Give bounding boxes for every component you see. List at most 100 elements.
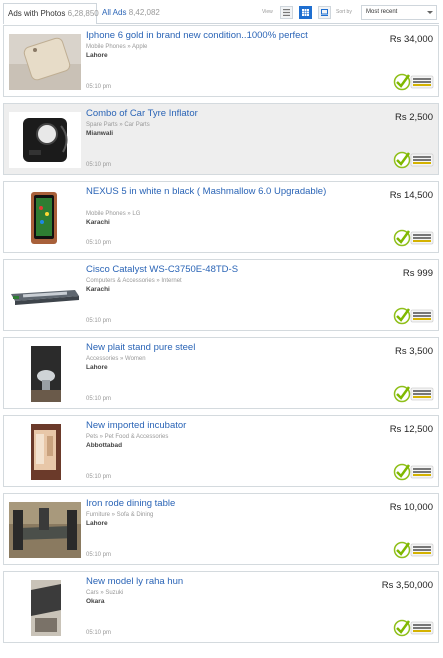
ad-title[interactable]: Combo of Car Tyre Inflator (86, 108, 356, 119)
ad-category[interactable]: Accessories » Women (86, 356, 146, 362)
ad-item[interactable]: Cisco Catalyst WS-C3750E-48TD-S Computer… (3, 259, 439, 331)
ad-item[interactable]: New model ly raha hun Cars » Suzuki Okar… (3, 571, 439, 643)
tab-photos-label: Ads with Photos (8, 9, 66, 18)
ad-title[interactable]: New model ly raha hun (86, 576, 356, 587)
check-badge-icon (393, 229, 434, 247)
ad-time: 05:10 pm (86, 240, 112, 246)
ad-price: Rs 3,500 (394, 346, 433, 357)
ad-time: 05:10 pm (86, 162, 112, 168)
check-badge-icon (393, 463, 434, 481)
phone-verified-badge (393, 618, 435, 638)
ad-thumbnail[interactable] (9, 346, 81, 402)
phone-verified-badge (393, 540, 435, 560)
phone-verified-badge (393, 462, 435, 482)
tab-photos-count: 6,28,850 (67, 9, 99, 18)
ad-time: 05:10 pm (86, 552, 112, 558)
grid-view-button[interactable] (299, 6, 312, 19)
ad-title[interactable]: New imported incubator (86, 420, 356, 431)
tab-divider (97, 23, 439, 24)
ad-city: Abbottabad (86, 442, 123, 449)
ad-title[interactable]: Cisco Catalyst WS-C3750E-48TD-S (86, 264, 356, 275)
ad-category[interactable]: Pets » Pet Food & Accessories (86, 434, 168, 440)
phone-verified-badge (393, 150, 435, 170)
tab-all-count: 8,42,082 (128, 8, 160, 17)
ad-thumbnail[interactable] (9, 34, 81, 90)
phone-verified-badge (393, 72, 435, 92)
ad-item[interactable]: New imported incubator Pets » Pet Food &… (3, 415, 439, 487)
chevron-down-icon (427, 11, 433, 14)
incubator-image (9, 424, 81, 480)
ad-price: Rs 2,500 (394, 112, 433, 123)
nexus-phone-image (9, 190, 81, 246)
ad-category[interactable]: Spare Parts » Car Parts (86, 122, 150, 128)
ad-city: Lahore (86, 52, 108, 59)
list-view-button[interactable] (280, 6, 293, 19)
check-badge-icon (393, 541, 434, 559)
tab-all-label: All Ads (102, 8, 127, 17)
ad-title[interactable]: Iron rode dining table (86, 498, 356, 509)
car-interior-image (9, 580, 81, 636)
steel-plait-stand-image (9, 346, 81, 402)
ad-price: Rs 10,000 (389, 502, 433, 513)
phone-verified-badge (393, 306, 435, 326)
tyre-inflator-image (9, 112, 81, 168)
check-badge-icon (393, 151, 434, 169)
ad-city: Lahore (86, 520, 108, 527)
ad-list: Iphone 6 gold in brand new condition..10… (3, 25, 439, 649)
ad-item[interactable]: Iron rode dining table Furniture » Sofa … (3, 493, 439, 565)
check-badge-icon (393, 619, 434, 637)
ad-category[interactable]: Mobile Phones » LG (86, 211, 140, 217)
ad-thumbnail[interactable] (9, 268, 81, 324)
gallery-view-button[interactable] (318, 6, 331, 19)
ad-item[interactable]: NEXUS 5 in white n black ( Mashmallow 6.… (3, 181, 439, 253)
ad-time: 05:10 pm (86, 84, 112, 90)
ad-price: Rs 34,000 (389, 34, 433, 45)
ad-thumbnail[interactable] (9, 190, 81, 246)
tab-all-ads[interactable]: All Ads 8,42,082 (102, 3, 160, 24)
check-badge-icon (393, 73, 434, 91)
ad-city: Lahore (86, 364, 108, 371)
listing-header: Ads with Photos 6,28,850 All Ads 8,42,08… (0, 0, 443, 27)
check-badge-icon (393, 385, 434, 403)
ad-price: Rs 3,50,000 (381, 580, 433, 591)
ad-city: Mianwali (86, 130, 114, 137)
ad-city: Karachi (86, 219, 110, 226)
ad-price: Rs 999 (402, 268, 433, 279)
ad-item[interactable]: Combo of Car Tyre Inflator Spare Parts »… (3, 103, 439, 175)
ad-category[interactable]: Mobile Phones » Apple (86, 44, 147, 50)
phone-verified-badge (393, 228, 435, 248)
grid-view-icon (302, 9, 309, 16)
ad-title[interactable]: Iphone 6 gold in brand new condition..10… (86, 30, 356, 41)
ad-category[interactable]: Computers & Accessories » Internet (86, 278, 182, 284)
tab-ads-with-photos[interactable]: Ads with Photos 6,28,850 (3, 3, 99, 24)
ad-city: Karachi (86, 286, 110, 293)
gallery-view-icon (321, 9, 328, 16)
network-switch-image (9, 268, 81, 324)
ad-title[interactable]: NEXUS 5 in white n black ( Mashmallow 6.… (86, 186, 356, 197)
view-label: View (262, 9, 273, 15)
ad-item[interactable]: Iphone 6 gold in brand new condition..10… (3, 25, 439, 97)
ad-thumbnail[interactable] (9, 580, 81, 636)
sort-value: Most recent (366, 9, 398, 15)
ad-category[interactable]: Furniture » Sofa & Dining (86, 512, 153, 518)
sort-label: Sort by (336, 9, 352, 15)
sort-select[interactable]: Most recent (361, 5, 437, 20)
gold-phone-image (9, 34, 81, 90)
ad-thumbnail[interactable] (9, 502, 81, 558)
ad-time: 05:10 pm (86, 396, 112, 402)
ad-item[interactable]: New plait stand pure steel Accessories »… (3, 337, 439, 409)
phone-verified-badge (393, 384, 435, 404)
ad-thumbnail[interactable] (9, 112, 81, 168)
ad-title[interactable]: New plait stand pure steel (86, 342, 356, 353)
ad-time: 05:10 pm (86, 630, 112, 636)
ad-category[interactable]: Cars » Suzuki (86, 590, 123, 596)
ad-city: Okara (86, 598, 105, 605)
list-view-icon (283, 9, 290, 16)
ad-price: Rs 14,500 (389, 190, 433, 201)
ad-time: 05:10 pm (86, 318, 112, 324)
check-badge-icon (393, 307, 434, 325)
ad-thumbnail[interactable] (9, 424, 81, 480)
ad-price: Rs 12,500 (389, 424, 433, 435)
ad-time: 05:10 pm (86, 474, 112, 480)
dining-table-image (9, 502, 81, 558)
